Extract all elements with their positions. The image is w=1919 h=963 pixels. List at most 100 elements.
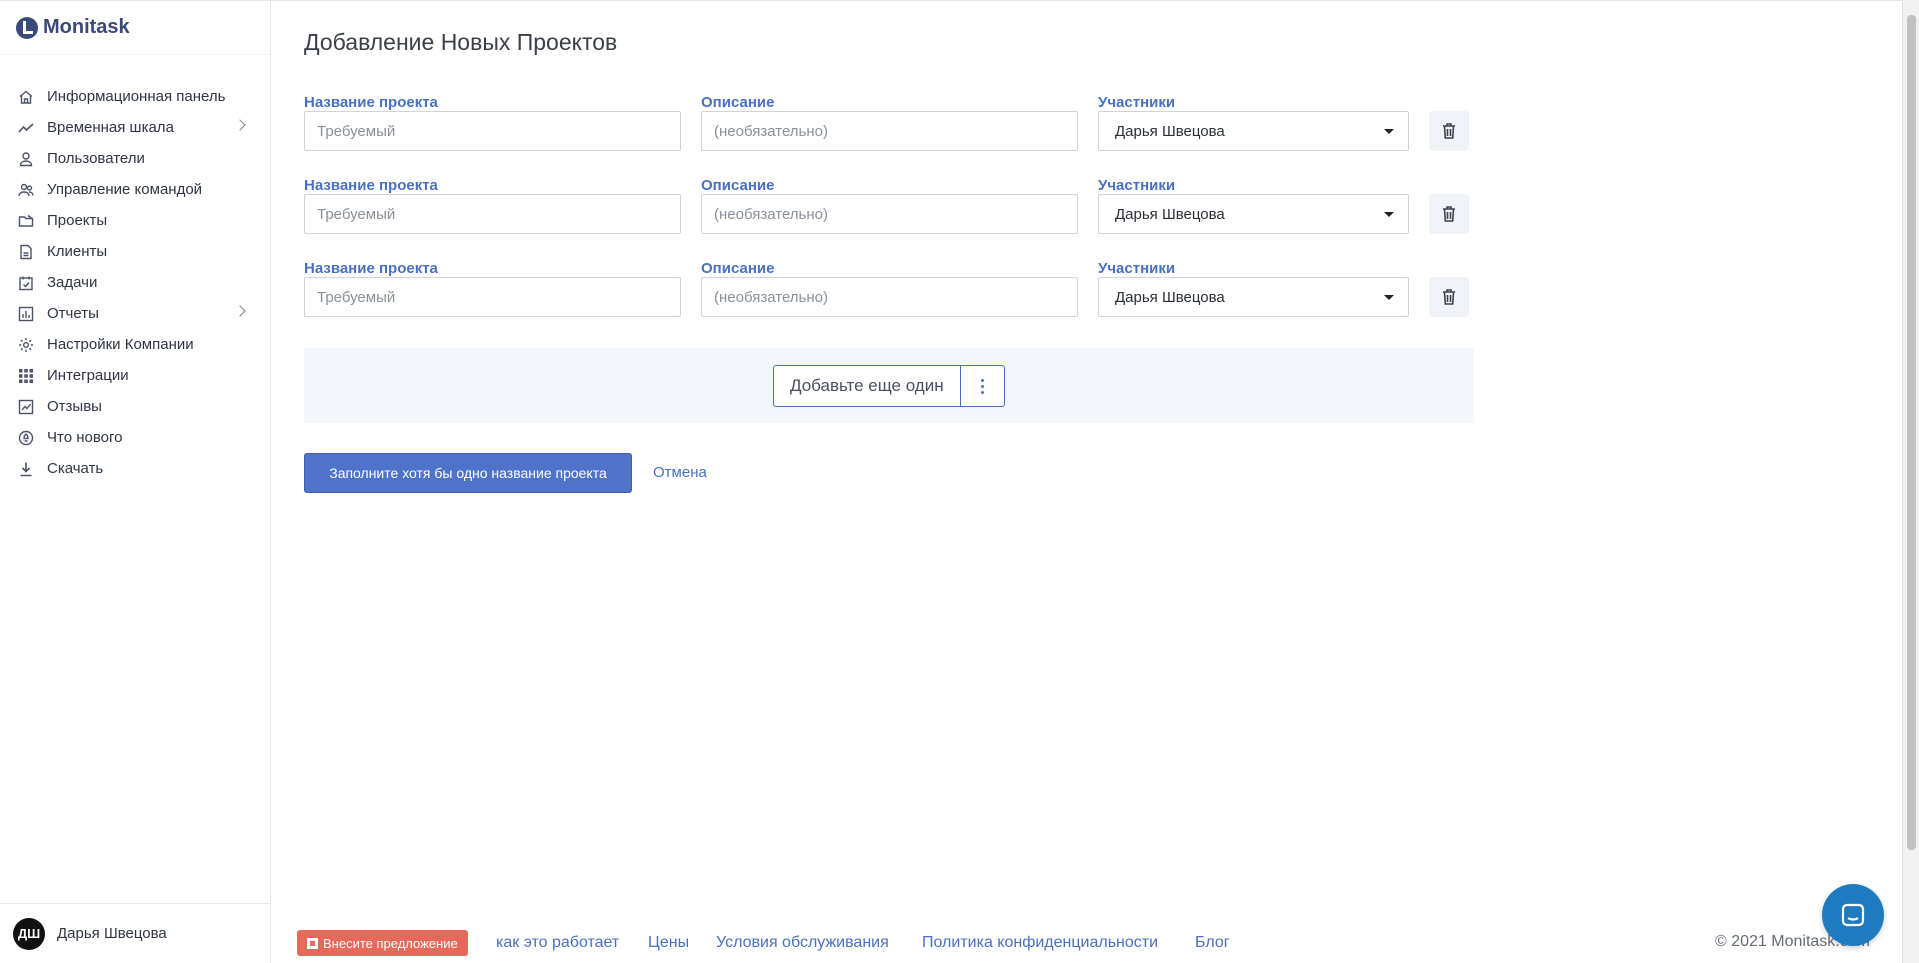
- page-title: Добавление Новых Проектов: [304, 29, 618, 55]
- sidebar-item-label: Временная шкала: [47, 119, 174, 136]
- feedback-chart-icon: [18, 399, 34, 415]
- sidebar-item-clients[interactable]: Клиенты: [0, 236, 270, 267]
- sidebar-item-tasks[interactable]: Задачи: [0, 267, 270, 298]
- members-select-value: Дарья Швецова: [1115, 122, 1225, 140]
- sidebar-item-company-settings[interactable]: Настройки Компании: [0, 329, 270, 360]
- add-project-panel: Добавьте еще один: [304, 348, 1474, 423]
- bar-chart-icon: [18, 306, 34, 322]
- footer-link-terms[interactable]: Условия обслуживания: [716, 934, 889, 952]
- monitask-logo-icon: [16, 16, 38, 39]
- delete-row-button[interactable]: [1429, 111, 1469, 151]
- chevron-right-icon: [234, 119, 246, 131]
- description-input[interactable]: [701, 277, 1078, 317]
- suggest-button-label: Внесите предложение: [323, 935, 458, 951]
- description-input[interactable]: [701, 111, 1078, 151]
- project-name-input[interactable]: [304, 111, 681, 151]
- sidebar-item-label: Настройки Компании: [47, 336, 194, 353]
- sidebar-item-label: Отзывы: [47, 398, 102, 415]
- home-icon: [18, 89, 34, 105]
- brand-name: Monitask: [43, 16, 130, 38]
- scrollbar-thumb[interactable]: [1907, 15, 1916, 850]
- description-label: Описание: [701, 94, 775, 111]
- user-icon: [18, 151, 34, 167]
- members-select[interactable]: Дарья Швецова: [1098, 277, 1409, 317]
- sidebar-item-download[interactable]: Скачать: [0, 453, 270, 484]
- members-select-value: Дарья Швецова: [1115, 288, 1225, 306]
- sidebar-item-projects[interactable]: Проекты: [0, 205, 270, 236]
- members-select[interactable]: Дарья Швецова: [1098, 111, 1409, 151]
- project-row: Название проекта Описание Участники Дарь…: [304, 94, 1504, 174]
- delete-row-button[interactable]: [1429, 277, 1469, 317]
- user-name: Дарья Швецова: [57, 925, 167, 942]
- members-select[interactable]: Дарья Швецова: [1098, 194, 1409, 234]
- sidebar-item-label: Задачи: [47, 274, 98, 291]
- trend-line-icon: [18, 120, 34, 136]
- members-label: Участники: [1098, 177, 1176, 194]
- members-select-value: Дарья Швецова: [1115, 205, 1225, 223]
- sidebar-item-label: Управление командой: [47, 181, 203, 198]
- chevron-right-icon: [234, 305, 246, 317]
- sidebar-item-label: Проекты: [47, 212, 108, 229]
- trash-icon: [1443, 123, 1455, 139]
- more-options-button[interactable]: [961, 366, 1004, 406]
- project-name-input[interactable]: [304, 277, 681, 317]
- trash-icon: [1443, 206, 1455, 222]
- vertical-dots-icon: [980, 377, 984, 395]
- sidebar-item-whats-new[interactable]: Что нового: [0, 422, 270, 453]
- footer-link-blog[interactable]: Блог: [1195, 934, 1230, 952]
- project-name-label: Название проекта: [304, 94, 438, 111]
- project-row: Название проекта Описание Участники Дарь…: [304, 260, 1504, 340]
- sidebar-item-label: Пользователи: [47, 150, 145, 167]
- sidebar-item-label: Что нового: [47, 429, 123, 446]
- calendar-check-icon: [18, 275, 34, 291]
- chat-button[interactable]: [1822, 884, 1884, 946]
- main-content: Добавление Новых Проектов Название проек…: [272, 1, 1902, 963]
- footer-link-pricing[interactable]: Цены: [648, 934, 689, 952]
- footer-link-privacy[interactable]: Политика конфиденциальности: [922, 934, 1158, 952]
- sidebar-item-dashboard[interactable]: Информационная панель: [0, 81, 270, 112]
- sidebar-item-label: Отчеты: [47, 305, 99, 322]
- cancel-link[interactable]: Отмена: [653, 464, 707, 481]
- footer-link-how-it-works[interactable]: как это работает: [496, 934, 619, 952]
- vertical-scrollbar[interactable]: [1902, 0, 1919, 963]
- sidebar-item-team[interactable]: Управление командой: [0, 174, 270, 205]
- project-name-label: Название проекта: [304, 260, 438, 277]
- project-name-input[interactable]: [304, 194, 681, 234]
- footer: Внесите предложение как это работает Цен…: [272, 928, 1902, 958]
- sidebar-item-label: Скачать: [47, 460, 104, 477]
- trash-icon: [1443, 289, 1455, 305]
- caret-down-icon: [1384, 295, 1394, 300]
- members-label: Участники: [1098, 260, 1176, 277]
- download-icon: [18, 461, 34, 477]
- sidebar-item-label: Интеграции: [47, 367, 129, 384]
- description-label: Описание: [701, 260, 775, 277]
- rocket-icon: [18, 430, 34, 446]
- sidebar-item-feedback[interactable]: Отзывы: [0, 391, 270, 422]
- delete-row-button[interactable]: [1429, 194, 1469, 234]
- suggestion-flag-icon: [307, 937, 318, 949]
- folder-icon: [18, 213, 34, 229]
- caret-down-icon: [1384, 212, 1394, 217]
- suggest-button[interactable]: Внесите предложение: [297, 930, 468, 956]
- sidebar-item-integrations[interactable]: Интеграции: [0, 360, 270, 391]
- chat-icon: [1841, 903, 1865, 927]
- current-user[interactable]: ДШ Дарья Швецова: [0, 903, 271, 963]
- sidebar-item-label: Информационная панель: [47, 88, 226, 105]
- sidebar-item-users[interactable]: Пользователи: [0, 143, 270, 174]
- members-label: Участники: [1098, 94, 1176, 111]
- project-row: Название проекта Описание Участники Дарь…: [304, 177, 1504, 257]
- add-another-button[interactable]: Добавьте еще один: [774, 366, 961, 406]
- submit-button[interactable]: Заполните хотя бы одно название проекта: [304, 453, 632, 493]
- description-label: Описание: [701, 177, 775, 194]
- sidebar-item-timeline[interactable]: Временная шкала: [0, 112, 270, 143]
- sidebar-item-reports[interactable]: Отчеты: [0, 298, 270, 329]
- sidebar: Monitask Информационная панель Временная…: [0, 1, 271, 963]
- document-icon: [18, 244, 34, 260]
- brand[interactable]: Monitask: [0, 1, 270, 55]
- avatar: ДШ: [13, 917, 45, 950]
- grid-icon: [18, 368, 34, 384]
- add-another-group: Добавьте еще один: [773, 365, 1005, 407]
- team-icon: [18, 182, 34, 198]
- description-input[interactable]: [701, 194, 1078, 234]
- caret-down-icon: [1384, 129, 1394, 134]
